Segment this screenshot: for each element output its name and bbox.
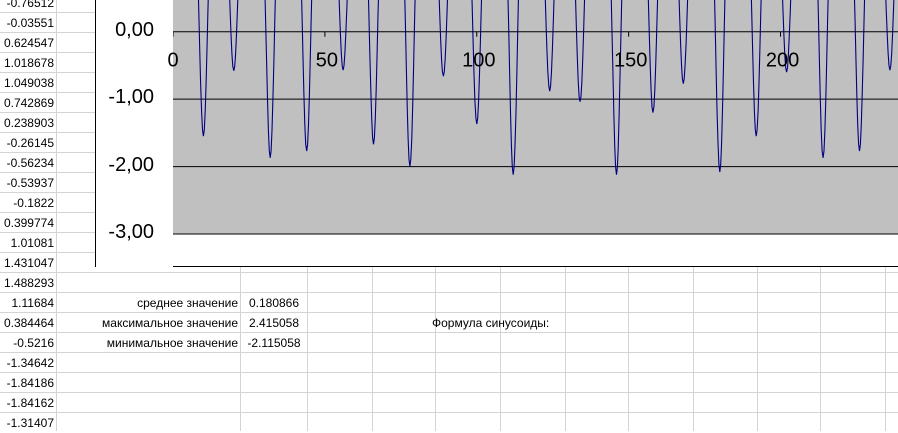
column-a-cell[interactable]: -0.26145 <box>0 133 54 153</box>
y-tick-label: -3,00 <box>108 221 154 243</box>
column-a-cell[interactable]: 1.11684 <box>0 293 55 313</box>
max-label: максимальное значение <box>102 316 238 330</box>
column-a-cell[interactable]: 0.384464 <box>0 313 54 333</box>
column-a-cell[interactable]: 1.049038 <box>0 73 54 93</box>
column-a-cell[interactable]: 0.399774 <box>0 213 54 233</box>
column-a-cell[interactable]: 1.018678 <box>0 53 54 73</box>
x-tick-label: 150 <box>614 50 647 72</box>
sine-chart[interactable]: 0 50 100 150 200 0,00 -1,00 -2,00 -3,00 <box>95 0 898 267</box>
y-tick-label: -2,00 <box>108 153 154 176</box>
column-a-cell[interactable]: -0.5216 <box>0 333 54 353</box>
column-a-cell[interactable]: -0.03551 <box>0 13 54 33</box>
x-tick-label: 50 <box>316 50 338 72</box>
column-a-cell[interactable]: -1.84162 <box>0 393 54 413</box>
column-a-cell[interactable]: 1.431047 <box>0 253 54 273</box>
column-a-cell[interactable]: 0.742869 <box>0 93 54 113</box>
mean-label: среднее значение <box>137 296 238 310</box>
x-tick-label: 0 <box>167 50 178 72</box>
y-tick-label: 0,00 <box>115 18 154 41</box>
column-a-cell[interactable]: -0.76512 <box>0 0 54 13</box>
y-tick-label: -1,00 <box>108 86 154 109</box>
x-tick-label: 200 <box>766 50 799 72</box>
min-label: минимальное значение <box>106 336 238 350</box>
column-a-cell[interactable]: -1.84186 <box>0 373 54 393</box>
chart-plot-svg: 0 50 100 150 200 <box>96 0 898 267</box>
column-a-cell[interactable]: 0.238903 <box>0 113 54 133</box>
column-a-cell[interactable]: 0.624547 <box>0 33 54 53</box>
column-a-cell[interactable]: -0.53937 <box>0 173 54 193</box>
min-value[interactable]: -2.115058 <box>242 333 306 353</box>
column-a-cell[interactable]: -1.31407 <box>0 413 54 433</box>
max-value[interactable]: 2.415058 <box>242 313 306 333</box>
column-a-cell[interactable]: -0.56234 <box>0 153 54 173</box>
mean-value[interactable]: 0.180866 <box>242 293 306 313</box>
column-a-cell[interactable]: -1.34642 <box>0 353 54 373</box>
formula-label: Формула синусоиды: <box>432 316 550 330</box>
column-a-cell[interactable]: -0.1822 <box>0 193 54 213</box>
column-a-cell[interactable]: 1.01081 <box>0 233 54 253</box>
column-a-cell[interactable]: 1.488293 <box>0 273 54 293</box>
x-tick-label: 100 <box>462 50 495 72</box>
